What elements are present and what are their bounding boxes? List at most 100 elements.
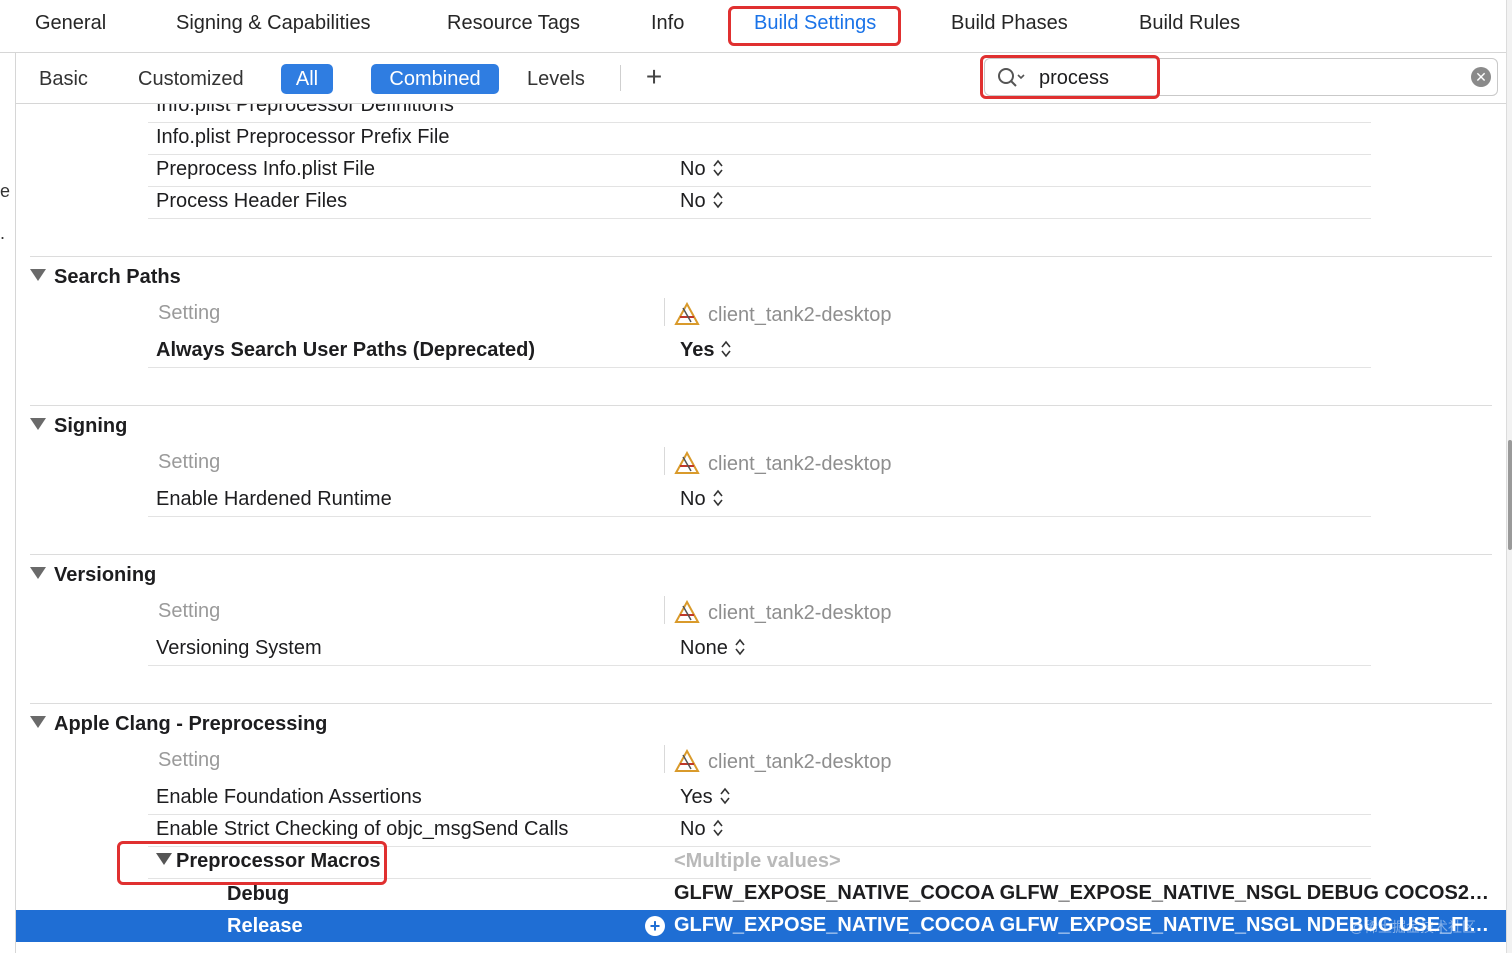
setting-label: Info.plist Preprocessor Definitions	[156, 104, 454, 116]
target-name: client_tank2-desktop	[708, 304, 892, 326]
add-setting-button[interactable]: +	[642, 63, 666, 91]
gutter-text: e	[0, 181, 11, 201]
setting-label: Always Search User Paths (Deprecated)	[156, 339, 536, 361]
column-header-target: client_tank2-desktop	[674, 301, 892, 327]
setting-row[interactable]: Preprocess Info.plist File No	[148, 154, 1371, 187]
section-divider	[30, 554, 1492, 555]
setting-label: Versioning System	[156, 637, 322, 659]
setting-row[interactable]: Enable Hardened Runtime No	[148, 484, 1371, 517]
macro-config-row-debug[interactable]: Debug GLFW_EXPOSE_NATIVE_COCOA GLFW_EXPO…	[148, 878, 1503, 910]
setting-row[interactable]: Versioning System None	[148, 633, 1371, 666]
section-header-versioning[interactable]: Versioning	[30, 564, 156, 587]
add-icon[interactable]: +	[645, 916, 665, 936]
search-input[interactable]: process	[1039, 67, 1109, 90]
macros-label: Preprocessor Macros	[176, 850, 381, 872]
setting-row[interactable]: Process Header Files No	[148, 186, 1371, 219]
section-divider	[30, 405, 1492, 406]
section-divider	[30, 703, 1492, 704]
setting-value[interactable]: Yes	[680, 786, 731, 809]
section-divider	[30, 256, 1492, 257]
setting-value[interactable]: No	[680, 158, 724, 181]
filter-customized[interactable]: Customized	[138, 68, 244, 91]
disclosure-triangle-icon[interactable]	[30, 418, 46, 430]
section-title: Signing	[54, 415, 128, 437]
column-divider	[664, 596, 665, 624]
filter-basic[interactable]: Basic	[39, 68, 88, 91]
stepper-icon	[712, 819, 723, 837]
setting-label: Enable Strict Checking of objc_msgSend C…	[156, 818, 569, 840]
setting-label: Preprocess Info.plist File	[156, 158, 375, 180]
setting-row[interactable]: Always Search User Paths (Deprecated) Ye…	[148, 335, 1371, 368]
setting-value[interactable]: No	[680, 818, 724, 841]
clear-search-icon[interactable]: ✕	[1471, 67, 1491, 87]
setting-row[interactable]: Info.plist Preprocessor Definitions	[148, 104, 1371, 123]
next-row-clipped	[156, 944, 656, 953]
section-title: Search Paths	[54, 266, 181, 288]
disclosure-triangle-icon[interactable]	[156, 853, 172, 865]
filter-all[interactable]: All	[281, 64, 333, 94]
column-divider	[664, 745, 665, 773]
stepper-icon	[720, 787, 730, 805]
setting-row-preprocessor-macros[interactable]: Preprocessor Macros <Multiple values>	[148, 846, 1371, 879]
xcode-target-icon	[674, 301, 700, 325]
section-header-apple-clang-preprocessing[interactable]: Apple Clang - Preprocessing	[30, 713, 327, 736]
disclosure-triangle-icon[interactable]	[30, 269, 46, 281]
value-text: No	[680, 158, 706, 180]
column-divider	[664, 447, 665, 475]
column-header-target: client_tank2-desktop	[674, 599, 892, 625]
stepper-icon	[735, 638, 745, 656]
tab-info[interactable]: Info	[651, 12, 684, 35]
config-label: Debug	[227, 883, 290, 905]
section-header-signing[interactable]: Signing	[30, 415, 127, 438]
setting-value[interactable]: No	[680, 190, 724, 213]
stepper-icon	[712, 191, 723, 209]
setting-value[interactable]: Yes	[680, 339, 732, 362]
xcode-target-icon	[674, 748, 700, 772]
gutter-text: .	[0, 223, 6, 243]
tab-general[interactable]: General	[35, 12, 106, 35]
column-header-setting: Setting	[158, 600, 221, 622]
view-levels[interactable]: Levels	[527, 68, 585, 91]
stepper-icon	[712, 489, 723, 507]
target-name: client_tank2-desktop	[708, 453, 892, 475]
tab-resource-tags[interactable]: Resource Tags	[447, 12, 580, 35]
target-name: client_tank2-desktop	[708, 751, 892, 773]
disclosure-triangle-icon[interactable]	[30, 567, 46, 579]
macro-config-row-release[interactable]: Release + GLFW_EXPOSE_NATIVE_COCOA GLFW_…	[16, 910, 1506, 942]
search-field[interactable]: process ✕	[984, 58, 1498, 96]
config-label: Release	[227, 915, 303, 937]
section-header-search-paths[interactable]: Search Paths	[30, 266, 181, 289]
filter-separator	[620, 65, 621, 91]
setting-row[interactable]: Info.plist Preprocessor Prefix File	[148, 122, 1371, 155]
setting-label: Process Header Files	[156, 190, 348, 212]
disclosure-triangle-icon[interactable]	[30, 716, 46, 728]
tab-signing-capabilities[interactable]: Signing & Capabilities	[176, 12, 371, 35]
value-text: Yes	[680, 339, 715, 361]
tab-build-phases[interactable]: Build Phases	[951, 12, 1068, 35]
value-text: No	[680, 190, 706, 212]
value-text: No	[680, 488, 706, 510]
stepper-icon	[712, 159, 723, 177]
tab-build-rules[interactable]: Build Rules	[1139, 12, 1240, 35]
target-name: client_tank2-desktop	[708, 602, 892, 624]
xcode-target-icon	[674, 450, 700, 474]
column-divider	[664, 298, 665, 326]
section-title: Apple Clang - Preprocessing	[54, 713, 328, 735]
multiple-values[interactable]: <Multiple values>	[674, 850, 841, 873]
setting-row[interactable]: Enable Strict Checking of objc_msgSend C…	[148, 814, 1371, 847]
setting-label: Enable Hardened Runtime	[156, 488, 392, 510]
column-header-setting: Setting	[158, 749, 221, 771]
filter-bar: Basic Customized All Combined Levels + p…	[16, 53, 1506, 104]
column-header-setting: Setting	[158, 451, 221, 473]
section-title: Versioning	[54, 564, 157, 586]
tab-build-settings[interactable]: Build Settings	[754, 12, 876, 35]
column-header-target: client_tank2-desktop	[674, 450, 892, 476]
scrollbar-thumb[interactable]	[1508, 440, 1512, 550]
setting-row[interactable]: Enable Foundation Assertions Yes	[148, 782, 1371, 815]
view-combined[interactable]: Combined	[371, 64, 499, 94]
setting-label: Preprocessor Macros	[156, 850, 381, 873]
config-value[interactable]: GLFW_EXPOSE_NATIVE_COCOA GLFW_EXPOSE_NAT…	[674, 882, 1494, 905]
setting-value[interactable]: None	[680, 637, 746, 660]
build-settings-list: Info.plist Preprocessor Definitions Info…	[16, 104, 1506, 953]
setting-value[interactable]: No	[680, 488, 724, 511]
